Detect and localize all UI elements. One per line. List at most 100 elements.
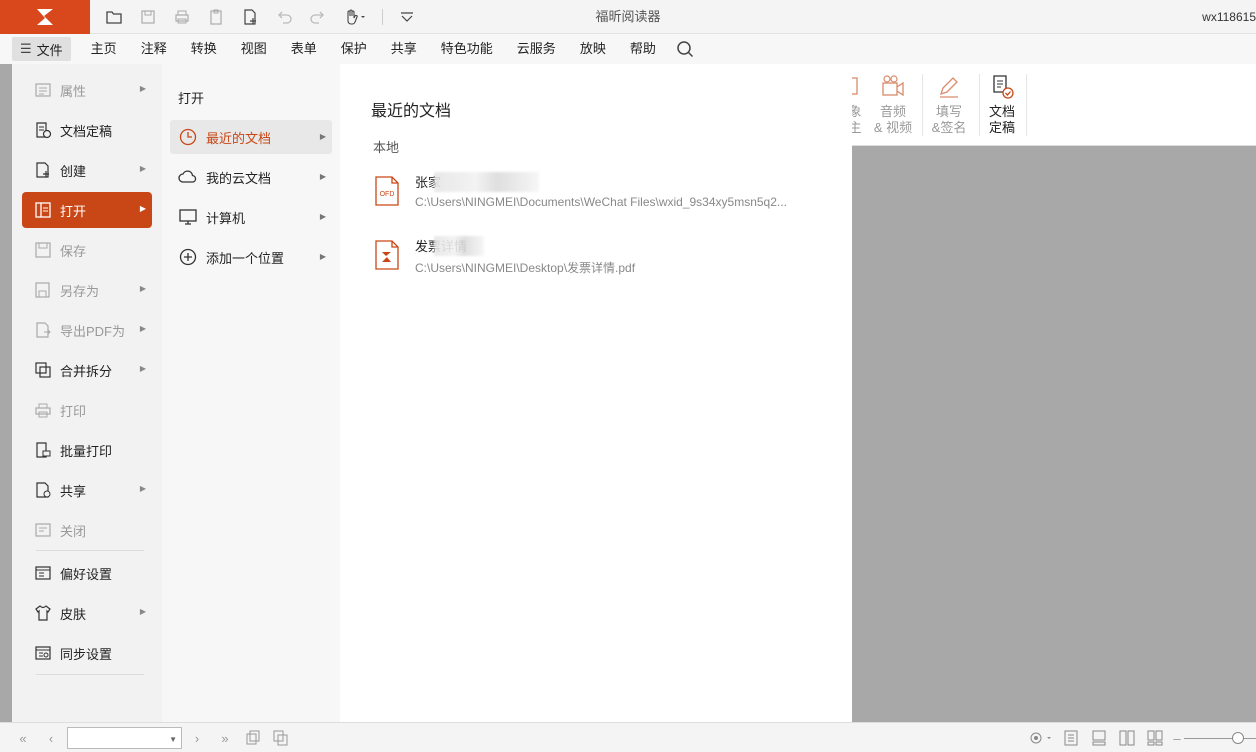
open-location-item[interactable]: 添加一个位置 ▶ xyxy=(170,240,332,274)
backstage-item[interactable]: 打开 ▶ xyxy=(22,192,152,228)
close-doc-icon xyxy=(34,521,52,539)
menu-tab[interactable]: 共享 xyxy=(379,34,429,64)
menu-tab[interactable]: 注释 xyxy=(129,34,179,64)
menu-bar: ☰ 文件 主页 注释 转换 视图 表单 保护 共享 特色功能 云服务 放映 帮助 xyxy=(0,34,1256,64)
backstage-item[interactable]: 属性 ▶ xyxy=(22,72,152,108)
backstage-item[interactable]: 皮肤 ▶ xyxy=(22,595,152,631)
export-icon xyxy=(34,321,52,339)
redaction-blur xyxy=(434,236,484,256)
batch-print-icon xyxy=(34,441,52,459)
continuous-page-button[interactable] xyxy=(1090,730,1108,746)
backstage-item-label: 同步设置 xyxy=(60,646,113,662)
chevron-right-icon: ▶ xyxy=(139,284,146,293)
audio-video-icon xyxy=(882,75,904,97)
recent-file-item[interactable]: OFD 张家 C:\Users\NINGMEI\Documents\WeChat… xyxy=(374,172,834,216)
continuous-facing-button[interactable] xyxy=(1146,730,1164,746)
redo-button[interactable] xyxy=(304,4,332,30)
chevron-right-icon: › xyxy=(194,730,200,746)
finalize-label-1: 文档 xyxy=(988,104,1015,119)
backstage-item[interactable]: 保存 xyxy=(22,232,152,268)
backstage-item[interactable]: 共享 ▶ xyxy=(22,472,152,508)
pen-icon xyxy=(939,77,958,98)
local-section-label: 本地 xyxy=(373,140,400,155)
print-button[interactable] xyxy=(168,4,196,30)
chevron-right-icon: ▶ xyxy=(139,364,146,373)
next-page-button[interactable]: › xyxy=(188,730,206,746)
paste-button[interactable] xyxy=(202,4,230,30)
next-view-button[interactable] xyxy=(272,730,290,746)
recent-file-item[interactable]: 发票详情 C:\Users\NINGMEI\Desktop\发票详情.pdf xyxy=(374,236,834,280)
open-submenu-title: 打开 xyxy=(178,91,205,106)
menu-tab[interactable]: 保护 xyxy=(329,34,379,64)
new-file-button[interactable] xyxy=(236,4,264,30)
save-as-icon xyxy=(34,281,52,299)
pdf-file-icon xyxy=(375,240,399,270)
audio-video-button[interactable]: 音频 & 视频 xyxy=(872,74,914,136)
hand-tool-button[interactable] xyxy=(338,4,372,30)
menu-tab[interactable]: 放映 xyxy=(568,34,618,64)
backstage-item[interactable]: 导出PDF为 ▶ xyxy=(22,312,152,348)
backstage-item-label: 创建 xyxy=(60,163,87,179)
backstage-item-label: 导出PDF为 xyxy=(60,323,126,339)
hamburger-icon: ☰ xyxy=(20,41,32,56)
undo-button[interactable] xyxy=(270,4,298,30)
menu-tab[interactable]: 视图 xyxy=(229,34,279,64)
backstage-item[interactable]: 合并拆分 ▶ xyxy=(22,352,152,388)
menu-tab[interactable]: 转换 xyxy=(179,34,229,64)
save-button[interactable] xyxy=(134,4,162,30)
single-page-button[interactable] xyxy=(1062,730,1080,746)
open-location-item[interactable]: 最近的文档 ▶ xyxy=(170,120,332,154)
backstage-item[interactable]: 打印 xyxy=(22,392,152,428)
minus-icon: – xyxy=(1173,730,1181,746)
facing-page-icon xyxy=(1119,730,1135,746)
document-area[interactable] xyxy=(852,146,1256,722)
last-page-button[interactable]: » xyxy=(216,730,234,746)
copy-view-icon xyxy=(246,730,260,745)
menu-tab[interactable]: 帮助 xyxy=(618,34,668,64)
open-location-item[interactable]: 计算机 ▶ xyxy=(170,200,332,234)
title-bar: 福昕阅读器 wx118615 xyxy=(0,0,1256,34)
previous-view-button[interactable] xyxy=(244,730,262,746)
user-account[interactable]: wx118615 xyxy=(1202,0,1256,34)
zoom-slider-track[interactable] xyxy=(1184,738,1256,739)
menu-divider xyxy=(36,674,144,675)
backstage-item[interactable]: 创建 ▶ xyxy=(22,152,152,188)
double-chevron-left-icon: « xyxy=(19,730,27,746)
facing-page-button[interactable] xyxy=(1118,730,1136,746)
fill-sign-button[interactable]: 填写 &签名 xyxy=(928,74,970,136)
menu-tab[interactable]: 主页 xyxy=(79,34,129,64)
customize-toolbar-button[interactable] xyxy=(393,4,421,30)
open-folder-button[interactable] xyxy=(100,4,128,30)
backstage-item[interactable]: 另存为 ▶ xyxy=(22,272,152,308)
menu-tab[interactable]: 特色功能 xyxy=(429,34,505,64)
chevron-down-icon: ▼ xyxy=(169,735,177,744)
zoom-slider-handle[interactable] xyxy=(1232,732,1244,744)
open-location-label: 添加一个位置 xyxy=(206,250,285,266)
save-icon xyxy=(141,10,155,24)
backstage-item[interactable]: 关闭 xyxy=(22,512,152,548)
menu-tab[interactable]: 云服务 xyxy=(505,34,568,64)
computer-icon xyxy=(178,207,198,227)
backstage-item-label: 保存 xyxy=(60,243,87,259)
backstage-item[interactable]: 同步设置 xyxy=(22,635,152,671)
prev-page-button[interactable]: ‹ xyxy=(42,730,60,746)
open-submenu: 打开 最近的文档 ▶ 我的云文档 ▶ 计算机 ▶ 添加一个位置 ▶ xyxy=(162,64,340,722)
backstage-item-label: 共享 xyxy=(60,483,87,499)
skin-icon xyxy=(34,604,52,622)
reading-mode-button[interactable] xyxy=(1026,730,1056,746)
redaction-blur xyxy=(434,172,539,192)
menu-tab[interactable]: 表单 xyxy=(279,34,329,64)
page-number-input[interactable]: ▼ xyxy=(67,727,182,749)
search-button[interactable] xyxy=(670,34,700,64)
backstage-item[interactable]: 批量打印 xyxy=(22,432,152,468)
backstage-item[interactable]: 文档定稿 xyxy=(22,112,152,148)
finalize-doc-button[interactable]: 文档 定稿 xyxy=(985,74,1019,136)
status-bar: « ‹ ▼ › » – xyxy=(0,722,1256,752)
first-page-button[interactable]: « xyxy=(14,730,32,746)
app-logo[interactable] xyxy=(0,0,90,34)
backstage-item[interactable]: 偏好设置 xyxy=(22,555,152,591)
file-menu-label: 文件 xyxy=(36,42,63,58)
open-location-item[interactable]: 我的云文档 ▶ xyxy=(170,160,332,194)
file-menu-button[interactable]: ☰ 文件 xyxy=(12,37,71,61)
quick-access-toolbar xyxy=(100,0,421,34)
